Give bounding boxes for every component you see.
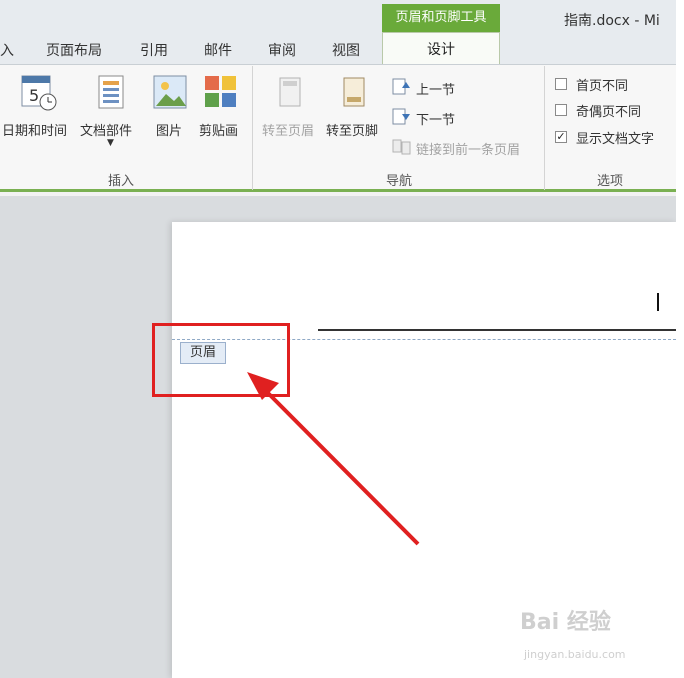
watermark-url: jingyan.baidu.com [524,648,626,661]
annotation-arrow-icon [247,372,420,546]
watermark: Bai 经验 [520,610,611,635]
right-edge [676,0,684,678]
